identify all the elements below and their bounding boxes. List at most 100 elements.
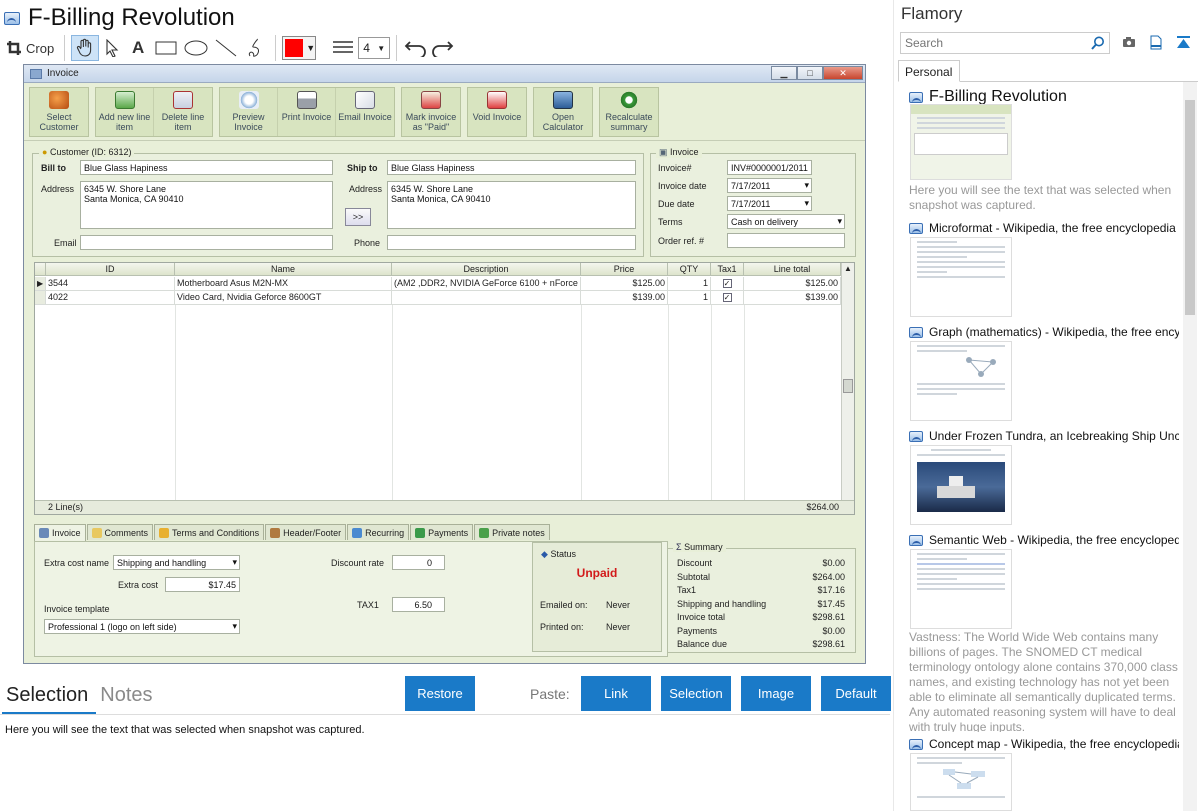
col-header-qty[interactable]: QTY — [668, 263, 711, 276]
tab-selection[interactable]: Selection — [6, 684, 88, 707]
snapshot-item-title[interactable]: Microformat - Wikipedia, the free encycl… — [909, 221, 1179, 235]
col-header-name[interactable]: Name — [175, 263, 392, 276]
restore-button[interactable]: Restore — [405, 676, 475, 711]
paste-selection-button[interactable]: Selection — [661, 676, 731, 711]
grid-scrollbar[interactable]: ▲ ▼ — [841, 263, 854, 514]
camera-icon[interactable] — [1122, 36, 1136, 48]
cell-description[interactable] — [392, 291, 581, 305]
invoice-template-select[interactable]: Professional 1 (logo on left side) — [44, 619, 240, 634]
cell-price[interactable]: $139.00 — [581, 291, 668, 305]
snapshot-thumbnail[interactable] — [910, 104, 1012, 180]
extra-cost-field[interactable]: $17.45 — [165, 577, 240, 592]
tax1-checkbox[interactable]: ✓ — [722, 279, 732, 289]
snapshot-item-title[interactable]: Graph (mathematics) - Wikipedia, the fre… — [909, 325, 1179, 339]
cell-qty[interactable]: 1 — [668, 277, 711, 291]
crop-button[interactable]: Crop — [6, 35, 58, 61]
hand-tool-button[interactable] — [71, 35, 100, 61]
snapshot-item-title[interactable]: Under Frozen Tundra, an Icebreaking Ship… — [909, 429, 1179, 443]
freehand-tool-button[interactable] — [241, 35, 269, 61]
ship-to-field[interactable]: Blue Glass Hapiness — [387, 160, 636, 175]
close-button[interactable]: ✕ — [823, 66, 863, 80]
undo-button[interactable] — [403, 35, 429, 61]
copy-address-button[interactable]: >> — [345, 208, 371, 226]
tab-comments[interactable]: Comments — [86, 524, 154, 540]
cell-tax1[interactable]: ✓ — [711, 291, 744, 305]
color-picker-button[interactable]: ▼ — [282, 36, 317, 60]
col-header-description[interactable]: Description — [392, 263, 581, 276]
scroll-up-icon[interactable]: ▲ — [844, 264, 852, 273]
cell-id[interactable]: 4022 — [46, 291, 175, 305]
email-invoice-button[interactable]: Email Invoice — [336, 88, 394, 136]
snapshot-thumbnail[interactable] — [910, 237, 1012, 317]
terms-select[interactable]: Cash on delivery — [727, 214, 845, 229]
mark-paid-button[interactable]: Mark invoice as "Paid" — [402, 88, 460, 136]
ship-address-field[interactable]: 6345 W. Shore Lane Santa Monica, CA 9041… — [387, 181, 636, 229]
phone-field[interactable] — [387, 235, 636, 250]
tab-private-notes[interactable]: Private notes — [474, 524, 550, 540]
tab-header-footer[interactable]: Header/Footer — [265, 524, 347, 540]
select-tool-button[interactable] — [99, 35, 125, 61]
cell-name[interactable]: Motherboard Asus M2N-MX — [175, 277, 392, 291]
tax1-rate-spinner[interactable]: 6.50 — [392, 597, 445, 612]
tab-personal[interactable]: Personal — [898, 60, 960, 82]
bill-address-field[interactable]: 6345 W. Shore Lane Santa Monica, CA 9041… — [80, 181, 333, 229]
extra-cost-name-select[interactable]: Shipping and handling — [113, 555, 240, 570]
order-ref-field[interactable] — [727, 233, 845, 248]
ribbon-label: Preview Invoice — [232, 112, 265, 132]
invoice-date-picker[interactable]: 7/17/2011 — [727, 178, 812, 193]
line-tool-button[interactable] — [211, 35, 241, 61]
paste-default-button[interactable]: Default — [821, 676, 891, 711]
add-line-item-button[interactable]: Add new line item — [96, 88, 154, 136]
due-date-picker[interactable]: 7/17/2011 — [727, 196, 812, 211]
cell-name[interactable]: Video Card, Nvidia Geforce 8600GT — [175, 291, 392, 305]
stroke-width-select[interactable]: 4 ▼ — [358, 37, 391, 59]
cell-id[interactable]: 3544 — [46, 277, 175, 291]
maximize-button[interactable]: □ — [797, 66, 823, 80]
col-header-id[interactable]: ID — [46, 263, 175, 276]
sidebar-scroll-thumb[interactable] — [1185, 100, 1195, 315]
search-input[interactable] — [900, 32, 1110, 54]
snapshot-thumbnail[interactable] — [910, 753, 1012, 811]
document-icon[interactable] — [1150, 35, 1162, 50]
tab-payments[interactable]: Payments — [410, 524, 474, 540]
redo-button[interactable] — [429, 35, 455, 61]
bill-to-field[interactable]: Blue Glass Hapiness — [80, 160, 333, 175]
pane-splitter[interactable] — [893, 0, 894, 811]
snapshot-item-title[interactable]: Concept map - Wikipedia, the free encycl… — [909, 737, 1179, 751]
ellipse-tool-button[interactable] — [181, 35, 211, 61]
col-header-line-total[interactable]: Line total — [744, 263, 841, 276]
tab-invoice[interactable]: Invoice — [34, 524, 86, 541]
cell-description[interactable]: (AM2 ,DDR2, NVIDIA GeForce 6100 + nForce… — [392, 277, 581, 291]
discount-rate-spinner[interactable]: 0 — [392, 555, 445, 570]
tab-notes[interactable]: Notes — [100, 684, 152, 707]
paste-image-button[interactable]: Image — [741, 676, 811, 711]
col-header-price[interactable]: Price — [581, 263, 668, 276]
select-customer-button[interactable]: Select Customer — [30, 88, 88, 136]
recalculate-button[interactable]: Recalculate summary — [600, 88, 658, 136]
void-invoice-button[interactable]: Void Invoice — [468, 88, 526, 136]
paste-link-button[interactable]: Link — [581, 676, 651, 711]
grid-scroll-thumb[interactable] — [843, 379, 853, 393]
collapse-icon[interactable] — [1176, 36, 1191, 50]
snapshot-thumbnail[interactable] — [910, 445, 1012, 525]
rectangle-tool-button[interactable] — [151, 35, 181, 61]
email-field[interactable] — [80, 235, 333, 250]
snapshot-item-title[interactable]: Semantic Web - Wikipedia, the free encyc… — [909, 533, 1179, 547]
tab-terms[interactable]: Terms and Conditions — [154, 524, 265, 540]
print-invoice-button[interactable]: Print Invoice — [278, 88, 336, 136]
text-tool-button[interactable]: A — [125, 35, 151, 61]
invoice-number-field[interactable]: INV#0000001/2011 — [727, 160, 812, 175]
tab-recurring[interactable]: Recurring — [347, 524, 410, 540]
cell-price[interactable]: $125.00 — [581, 277, 668, 291]
cell-qty[interactable]: 1 — [668, 291, 711, 305]
tax1-checkbox[interactable]: ✓ — [722, 293, 732, 303]
minimize-button[interactable]: ▁ — [771, 66, 797, 80]
col-header-tax1[interactable]: Tax1 — [711, 263, 744, 276]
search-icon[interactable] — [1091, 36, 1105, 50]
preview-invoice-button[interactable]: Preview Invoice — [220, 88, 278, 136]
snapshot-thumbnail[interactable] — [910, 549, 1012, 629]
cell-tax1[interactable]: ✓ — [711, 277, 744, 291]
open-calculator-button[interactable]: Open Calculator — [534, 88, 592, 136]
snapshot-thumbnail[interactable] — [910, 341, 1012, 421]
delete-line-item-button[interactable]: Delete line item — [154, 88, 212, 136]
